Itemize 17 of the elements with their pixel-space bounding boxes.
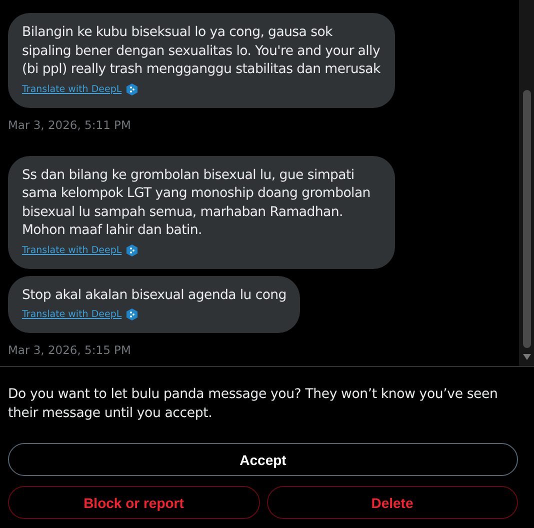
message-request-prompt: Do you want to let bulu panda message you? They won’t know you’ve seen their message until you accept. xyxy=(8,386,499,423)
translate-link[interactable]: Translate with DeepL xyxy=(22,244,122,256)
scrollbar[interactable] xyxy=(519,0,534,366)
deepl-icon xyxy=(126,82,138,96)
deepl-icon xyxy=(126,244,138,256)
message-timestamp: Mar 3, 2026, 5:15 PM xyxy=(8,343,131,357)
accept-button[interactable]: Accept xyxy=(8,443,518,476)
delete-button[interactable]: Delete xyxy=(266,486,518,519)
translate-link[interactable]: Translate with DeepL xyxy=(22,84,122,94)
block-or-report-button[interactable]: Block or report xyxy=(8,486,260,519)
message-text: Stop akal akalan bisexual agenda lu cong xyxy=(22,286,286,304)
message-timestamp: Mar 3, 2026, 5:11 PM xyxy=(8,118,131,132)
translate-link[interactable]: Translate with DeepL xyxy=(22,309,122,320)
scroll-down-icon[interactable] xyxy=(523,354,531,360)
deepl-icon xyxy=(126,308,138,321)
message-text: Bilangin ke kubu biseksual lo ya cong, gausa sok sipaling bener dengan sexualitas lo. You're and your ally (bi ppl) really trash mengganggu stabilitas dan merusak xyxy=(22,24,381,79)
message-text: Ss dan bilang ke grombolan bisexual lu, gue simpati sama kelompok LGT yang monoship doang grombolan bisexual lu sampah semua, marhaban Ramadhan. Mohon maaf lahir dan batin. xyxy=(22,166,372,240)
